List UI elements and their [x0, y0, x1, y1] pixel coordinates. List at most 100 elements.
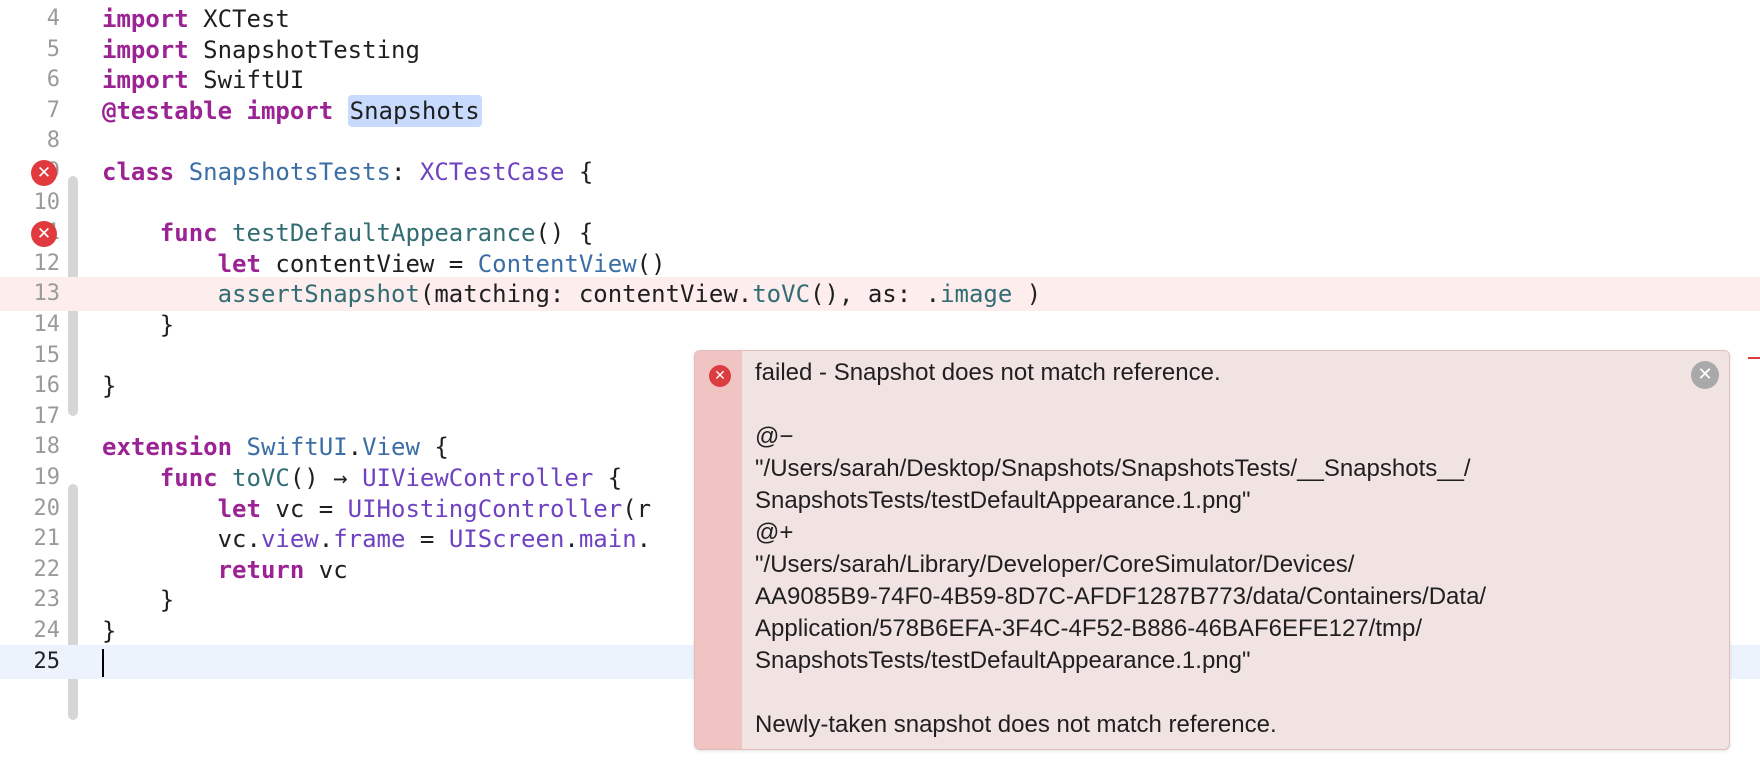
code-line[interactable]: 7 @testable import Snapshots	[0, 94, 1760, 128]
code-token: View	[362, 433, 420, 462]
code-line[interactable]: 6 import SwiftUI	[0, 63, 1760, 97]
code-token: .	[318, 525, 334, 554]
code-line[interactable]: 9✕class SnapshotsTests: XCTestCase {	[0, 155, 1760, 189]
line-number: 15	[33, 342, 61, 368]
code-token: ContentView	[477, 249, 637, 278]
issue-message-line: "/Users/sarah/Library/Developer/CoreSimu…	[755, 551, 1355, 578]
line-number: 6	[46, 67, 60, 93]
error-marker-icon[interactable]: ✕	[31, 221, 57, 248]
code-token: class	[102, 158, 175, 186]
code-text[interactable]: }	[102, 312, 174, 338]
code-token: func	[159, 464, 218, 492]
code-text[interactable]: import XCTest	[102, 6, 290, 32]
code-token: import	[102, 5, 189, 33]
code-token: SwiftUI	[203, 66, 305, 95]
code-token: func	[159, 219, 218, 248]
code-text[interactable]: let vc = UIHostingController(r	[102, 494, 652, 523]
code-token: contentView =	[275, 249, 464, 278]
code-token: extension	[102, 433, 233, 462]
code-text[interactable]: @testable import Snapshots	[102, 94, 482, 127]
code-token: UIScreen	[448, 525, 565, 554]
code-token: (r	[622, 494, 652, 523]
code-text[interactable]: assertSnapshot(matching: contentView.toV…	[102, 280, 1042, 309]
code-token: SnapshotsTests	[188, 158, 391, 186]
line-number: 25	[33, 648, 61, 674]
code-token: return	[217, 555, 305, 584]
code-line[interactable]: 10	[0, 186, 1760, 220]
issue-message-line: "/Users/sarah/Desktop/Snapshots/Snapshot…	[755, 455, 1471, 482]
issue-popover-strip: ✕	[695, 351, 742, 749]
code-token: view	[260, 525, 319, 554]
line-number: 14	[33, 312, 61, 337]
code-line[interactable]: 4 import XCTest	[0, 2, 1760, 36]
code-token: {	[434, 433, 449, 462]
code-token: UIHostingController	[347, 494, 623, 523]
code-token: .	[564, 525, 579, 554]
code-text[interactable]: }	[102, 618, 116, 644]
close-icon[interactable]: ✕	[1691, 361, 1719, 389]
code-token: ()	[636, 249, 666, 278]
code-text[interactable]: }	[102, 373, 116, 399]
code-text[interactable]: vc.view.frame = UIScreen.main.	[102, 525, 652, 554]
code-token: Snapshots	[347, 94, 482, 127]
code-line[interactable]: 8	[0, 124, 1760, 158]
error-icon: ✕	[709, 365, 731, 387]
code-token: =	[419, 525, 435, 554]
line-number: 21	[33, 526, 61, 552]
issue-message-line: @−	[755, 423, 794, 450]
code-token: let	[217, 249, 261, 278]
code-token: import	[102, 35, 189, 64]
code-text[interactable]: func toVC() → UIViewController {	[102, 465, 622, 491]
line-number: 12	[33, 250, 61, 276]
code-token: main	[578, 525, 637, 554]
code-token: XCTest	[203, 5, 290, 33]
code-token: vc =	[275, 494, 334, 523]
code-text[interactable]: import SwiftUI	[102, 67, 304, 93]
code-token: .	[636, 525, 652, 554]
code-token: let	[217, 494, 261, 523]
code-text[interactable]: let contentView = ContentView()	[102, 251, 666, 277]
code-token: frame	[333, 525, 406, 554]
code-text[interactable]: class SnapshotsTests: XCTestCase {	[102, 159, 593, 185]
code-text[interactable]: return vc	[102, 557, 348, 583]
code-token: vc	[318, 555, 348, 584]
code-token: import	[102, 66, 189, 95]
code-line[interactable]: 14 }	[0, 308, 1760, 342]
code-token: import	[246, 96, 334, 125]
code-text[interactable]: extension SwiftUI.View {	[102, 434, 449, 460]
code-token: XCTestCase	[419, 158, 565, 186]
issue-message-line: Application/578B6EFA-3F4C-4F52-B886-46BA…	[755, 615, 1423, 642]
line-number: 17	[33, 403, 61, 429]
code-line[interactable]: 5 import SnapshotTesting	[0, 33, 1760, 67]
code-token: SnapshotTesting	[203, 35, 420, 64]
issue-popover: ✕ failed - Snapshot does not match refer…	[694, 350, 1730, 750]
code-token: }	[102, 617, 117, 645]
code-token: }	[102, 372, 117, 401]
code-text[interactable]: func testDefaultAppearance() {	[102, 220, 593, 246]
issue-message-line: @+	[755, 519, 794, 546]
code-line[interactable]: 11✕ func testDefaultAppearance() {	[0, 216, 1760, 250]
code-line[interactable]: 13 assertSnapshot(matching: contentView.…	[0, 277, 1760, 312]
code-token: {	[578, 158, 594, 186]
code-token: )	[1026, 280, 1042, 309]
code-token: assertSnapshot	[217, 280, 420, 309]
error-marker-icon[interactable]: ✕	[31, 160, 57, 186]
issue-message-line: SnapshotsTests/testDefaultAppearance.1.p…	[755, 487, 1251, 514]
line-number: 16	[33, 373, 61, 399]
issue-message-line: AA9085B9-74F0-4B59-8D7C-AFDF1287B773/dat…	[755, 583, 1487, 610]
issue-message-line: Newly-taken snapshot does not match refe…	[755, 711, 1277, 738]
code-text[interactable]: }	[102, 587, 174, 613]
code-token: image	[940, 280, 1013, 309]
code-token: toVC	[232, 464, 290, 492]
code-token: (), as: .	[810, 280, 941, 309]
text-caret	[102, 648, 104, 677]
code-line[interactable]: 12 let contentView = ContentView()	[0, 247, 1760, 281]
code-token: {	[607, 464, 623, 492]
line-number: 8	[46, 128, 60, 154]
code-text[interactable]: import SnapshotTesting	[102, 37, 420, 63]
